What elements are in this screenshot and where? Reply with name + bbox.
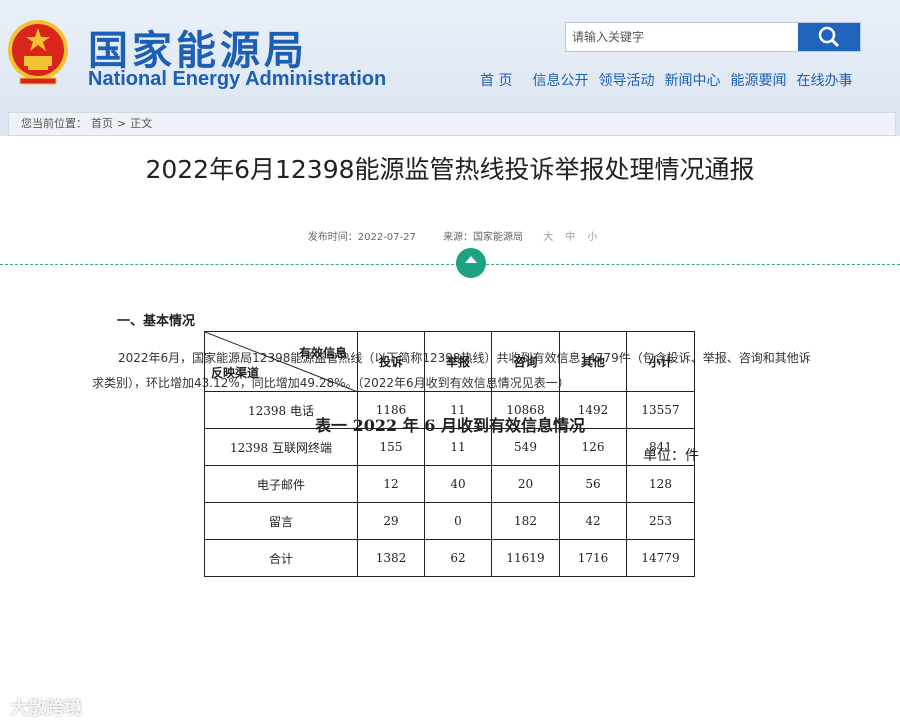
table-row: 12398 电话 1186 11 10868 1492 13557 — [204, 391, 695, 429]
article-meta: 发布时间：2022-07-27 来源：国家能源局 大中小 — [0, 228, 900, 243]
breadcrumb-separator: > — [117, 117, 127, 130]
table-cell: 1186 — [357, 391, 425, 429]
nav-news-center[interactable]: 新闻中心 — [664, 70, 720, 90]
table-cell: 549 — [491, 428, 560, 466]
column-header: 举报 — [424, 331, 492, 392]
nav-home[interactable]: 首 页 — [480, 70, 512, 90]
table-cell: 62 — [424, 539, 492, 577]
table-cell: 40 — [424, 465, 492, 503]
column-header: 投诉 — [357, 331, 425, 392]
table-cell: 0 — [424, 502, 492, 540]
nav-leadership[interactable]: 领导活动 — [598, 70, 654, 90]
site-header: 国家能源局 National Energy Administration 首 页… — [0, 0, 900, 110]
search-button[interactable] — [798, 23, 860, 51]
table-cell: 10868 — [491, 391, 560, 429]
table-row: 12398 互联网终端 155 11 549 126 841 — [204, 428, 695, 466]
header-diag-bottom: 反映渠道 — [211, 366, 260, 380]
divider — [0, 264, 900, 265]
breadcrumb-label: 您当前位置： — [21, 117, 87, 130]
section-heading: 一、基本情况 — [117, 314, 196, 329]
table-cell: 14779 — [626, 539, 695, 577]
table-cell: 1492 — [559, 391, 627, 429]
table-cell: 13557 — [626, 391, 695, 429]
diagonal-line — [205, 332, 358, 392]
table-cell: 42 — [559, 502, 627, 540]
diagonal-header-cell: 有效信息 反映渠道 — [204, 331, 358, 392]
breadcrumb-current[interactable]: 正文 — [130, 113, 152, 135]
search-box — [565, 22, 861, 52]
nav-energy-news[interactable]: 能源要闻 — [730, 70, 786, 90]
table-cell: 155 — [357, 428, 425, 466]
table-cell: 126 — [559, 428, 627, 466]
font-size-large[interactable]: 大 — [543, 232, 555, 243]
table-row: 留言 29 0 182 42 253 — [204, 502, 695, 540]
table-cell: 11 — [424, 391, 492, 429]
table-cell: 841 — [626, 428, 695, 466]
font-size-small[interactable]: 小 — [587, 232, 599, 243]
column-header: 小计 — [626, 331, 695, 392]
table-cell: 56 — [559, 465, 627, 503]
row-channel: 12398 互联网终端 — [204, 428, 358, 466]
table-cell: 11619 — [491, 539, 560, 577]
publish-date: 发布时间：2022-07-27 — [307, 232, 416, 243]
row-channel: 留言 — [204, 502, 358, 540]
column-header: 其他 — [559, 331, 627, 392]
info-table: 有效信息 反映渠道 投诉 举报 咨询 其他 小计 12398 电话 1186 1… — [204, 331, 695, 577]
nav-info-disclosure[interactable]: 信息公开 — [532, 70, 588, 90]
table-header-row: 有效信息 反映渠道 投诉 举报 咨询 其他 小计 — [204, 331, 695, 392]
row-channel: 12398 电话 — [204, 391, 358, 429]
search-input[interactable] — [566, 23, 800, 51]
table-cell: 29 — [357, 502, 425, 540]
watermark: 大散跨境 — [10, 698, 82, 719]
search-icon — [818, 26, 840, 48]
font-size-medium[interactable]: 中 — [565, 232, 577, 243]
article-title: 2022年6月12398能源监管热线投诉举报处理情况通报 — [145, 155, 755, 184]
table-cell: 182 — [491, 502, 560, 540]
table-cell: 1716 — [559, 539, 627, 577]
table-cell: 253 — [626, 502, 695, 540]
table-cell: 12 — [357, 465, 425, 503]
site-subtitle: National Energy Administration — [88, 68, 387, 90]
collapse-toggle-icon[interactable] — [456, 248, 486, 278]
table-row: 电子邮件 12 40 20 56 128 — [204, 465, 695, 503]
table-cell: 1382 — [357, 539, 425, 577]
column-header: 咨询 — [491, 331, 560, 392]
row-channel: 合计 — [204, 539, 358, 577]
national-emblem-icon — [8, 20, 68, 85]
table-row-total: 合计 1382 62 11619 1716 14779 — [204, 539, 695, 577]
nav-online-services[interactable]: 在线办事 — [796, 70, 852, 90]
header-diag-top: 有效信息 — [298, 346, 347, 360]
table-cell: 11 — [424, 428, 492, 466]
row-channel: 电子邮件 — [204, 465, 358, 503]
table-cell: 20 — [491, 465, 560, 503]
breadcrumb-home[interactable]: 首页 — [91, 113, 113, 135]
main-nav: 首 页 信息公开 领导活动 新闻中心 能源要闻 在线办事 — [480, 70, 862, 90]
table-cell: 128 — [626, 465, 695, 503]
breadcrumb: 您当前位置： 首页 > 正文 — [8, 112, 896, 136]
article-source: 来源：国家能源局 — [443, 232, 524, 243]
